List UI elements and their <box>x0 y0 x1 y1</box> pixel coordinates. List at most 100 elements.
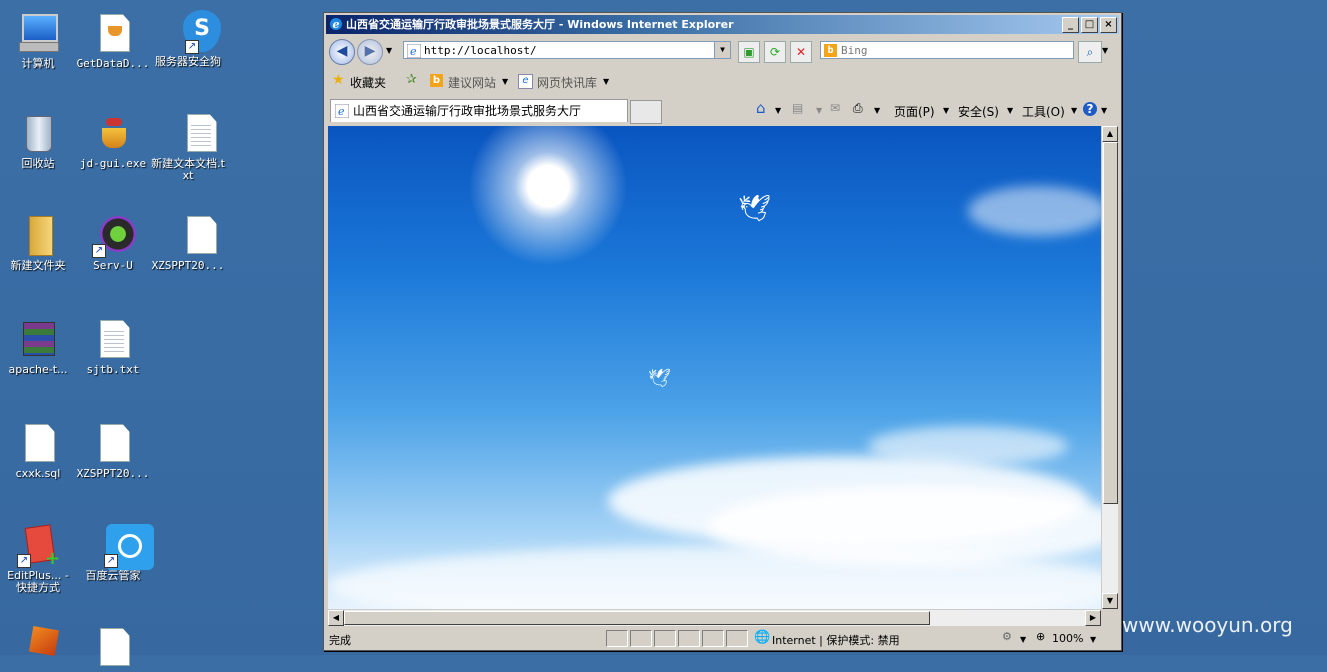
feeds-icon[interactable]: ▤ <box>792 101 803 115</box>
file-icon <box>167 214 217 258</box>
svg-text:e: e <box>333 18 340 31</box>
file-icon <box>92 626 134 670</box>
scroll-down-button[interactable]: ▼ <box>1102 593 1118 609</box>
tab-bar: e 山西省交通运输厅行政审批场景式服务大厅 ⌂ ▼ ▤ ▼ ✉ ⎙ ▼ 页面(P… <box>326 97 1119 124</box>
cloud-image <box>868 426 1068 466</box>
text-file-icon <box>92 318 134 362</box>
ie-window[interactable]: e 山西省交通运输厅行政审批场景式服务大厅 - Windows Internet… <box>323 12 1122 651</box>
desktop-icon-label: jd-gui.exe <box>79 157 147 170</box>
suggested-sites-link[interactable]: 建议网站 <box>448 74 496 91</box>
bing-icon: b <box>430 74 443 87</box>
new-tab-button[interactable] <box>630 100 662 124</box>
chevron-down-icon[interactable]: ▼ <box>603 77 609 86</box>
status-pane <box>726 630 748 647</box>
history-dropdown-icon[interactable]: ▼ <box>386 46 392 55</box>
chevron-down-icon[interactable]: ▼ <box>1020 635 1026 644</box>
minimize-button[interactable]: _ <box>1062 17 1079 33</box>
editplus-icon: + ↗ <box>17 524 60 569</box>
desktop-icon-baidu-cloud[interactable]: ↗ 百度云管家 <box>75 524 154 582</box>
search-button[interactable]: ⌕ <box>1078 41 1102 63</box>
desktop-icon-new-folder[interactable]: 新建文件夹 <box>0 214 76 272</box>
chevron-down-icon[interactable]: ▼ <box>1007 106 1013 115</box>
desktop-icon-cxxk-sql[interactable]: cxxk.sql <box>0 422 76 480</box>
desktop-icon-partial[interactable] <box>0 625 76 672</box>
desktop-icon-label: GetDataD... <box>76 57 150 70</box>
desktop-icon-label: 回收站 <box>21 157 55 170</box>
chevron-down-icon[interactable]: ▼ <box>874 106 880 115</box>
desktop-icon-apache-archive[interactable]: apache-t... <box>0 318 76 376</box>
back-button[interactable]: ◀ <box>329 39 355 65</box>
close-button[interactable]: × <box>1100 17 1117 33</box>
zoom-level[interactable]: 100% <box>1052 632 1083 645</box>
home-icon[interactable]: ⌂ <box>756 99 766 117</box>
seagull-image: 🕊 <box>738 194 772 224</box>
safety-menu[interactable]: 安全(S) <box>958 103 999 120</box>
address-text: http://localhost/ <box>424 44 537 57</box>
chevron-down-icon[interactable]: ▼ <box>816 106 822 115</box>
vertical-scrollbar[interactable]: ▲ ▼ <box>1101 126 1118 609</box>
globe-icon: 🌐 <box>754 630 771 645</box>
window-titlebar[interactable]: e 山西省交通运输厅行政审批场景式服务大厅 - Windows Internet… <box>326 15 1119 34</box>
help-icon[interactable]: ? <box>1083 102 1097 116</box>
folder-icon <box>17 214 59 258</box>
shortcut-arrow-icon: ↗ <box>92 244 106 258</box>
forward-button[interactable]: ▶ <box>357 39 383 65</box>
scroll-up-button[interactable]: ▲ <box>1102 126 1118 142</box>
desktop-icon-jd-gui[interactable]: jd-gui.exe <box>75 112 151 170</box>
cloud-image <box>328 546 1101 609</box>
favorites-button[interactable]: 收藏夹 <box>350 74 386 91</box>
address-dropdown-icon[interactable]: ▼ <box>714 42 730 58</box>
chevron-down-icon[interactable]: ▼ <box>943 106 949 115</box>
favorites-star-icon: ★ <box>332 72 345 88</box>
scroll-right-button[interactable]: ▶ <box>1085 610 1101 626</box>
desktop-icon-partial-file[interactable] <box>75 626 151 672</box>
watermark-text: www.wooyun.org <box>1122 613 1293 637</box>
chevron-down-icon[interactable]: ▼ <box>1090 635 1096 644</box>
desktop-icon-getdata[interactable]: GetDataD... <box>75 12 151 70</box>
scroll-left-button[interactable]: ◀ <box>328 610 344 626</box>
tab-current[interactable]: e 山西省交通运输厅行政审批场景式服务大厅 <box>330 99 628 122</box>
protected-mode-icon[interactable]: ⚙ <box>1002 630 1012 643</box>
print-icon[interactable]: ⎙ <box>853 101 863 116</box>
web-slice-gallery-link[interactable]: 网页快讯库 <box>537 74 597 91</box>
status-text: 完成 <box>329 634 351 647</box>
shortcut-arrow-icon: ↗ <box>104 554 118 568</box>
refresh-button[interactable]: ⟳ <box>764 41 786 63</box>
desktop-icon-label: 服务器安全狗 <box>155 55 221 68</box>
ie-logo-icon: e <box>330 18 342 31</box>
desktop-icon-computer[interactable]: 计算机 <box>0 12 76 70</box>
horizontal-scroll-thumb[interactable] <box>344 611 930 625</box>
vertical-scroll-thumb[interactable] <box>1103 142 1118 504</box>
page-ie-icon: e <box>407 44 421 58</box>
mail-icon[interactable]: ✉ <box>830 101 840 115</box>
chevron-down-icon[interactable]: ▼ <box>775 106 781 115</box>
search-options-icon[interactable]: ▼ <box>1102 46 1108 55</box>
chevron-down-icon[interactable]: ▼ <box>502 77 508 86</box>
security-zone-text[interactable]: Internet | 保护模式: 禁用 <box>772 632 900 648</box>
chevron-down-icon[interactable]: ▼ <box>1071 106 1077 115</box>
desktop-icon-xzsppt-2[interactable]: XZSPPT20... <box>75 422 151 480</box>
tools-menu[interactable]: 工具(O) <box>1022 103 1065 120</box>
page-menu[interactable]: 页面(P) <box>894 103 935 120</box>
stop-button[interactable]: ✕ <box>790 41 812 63</box>
desktop-icon-sjtb-txt[interactable]: sjtb.txt <box>75 318 151 376</box>
tab-title: 山西省交通运输厅行政审批场景式服务大厅 <box>353 104 582 118</box>
desktop-icon-label: 新建文件夹 <box>10 259 66 272</box>
search-input[interactable]: b Bing <box>820 41 1074 59</box>
add-favorite-icon[interactable]: ✰ <box>406 72 417 87</box>
desktop-icon-editplus[interactable]: + ↗ EditPlus... - 快捷方式 <box>0 524 76 594</box>
status-pane <box>678 630 700 647</box>
desktop-icon-recycle-bin[interactable]: 回收站 <box>0 112 76 170</box>
maximize-button[interactable]: □ <box>1081 17 1098 33</box>
desktop-icon-xzsppt-1[interactable]: XZSPPT20... <box>150 214 226 272</box>
desktop-icon-safedog[interactable]: S ↗ 服务器安全狗 <box>150 10 226 68</box>
compatibility-view-button[interactable]: ▣ <box>738 41 760 63</box>
chevron-down-icon[interactable]: ▼ <box>1101 106 1107 115</box>
cube-icon <box>17 625 60 670</box>
address-bar[interactable]: e http://localhost/ ▼ <box>403 41 731 59</box>
desktop-icon-new-text-doc[interactable]: 新建文本文档.txt <box>150 112 226 182</box>
horizontal-scrollbar[interactable]: ◀ ▶ <box>328 609 1101 626</box>
coffee-cup-icon <box>92 112 134 156</box>
desktop-icon-serv-u[interactable]: ↗ Serv-U <box>75 214 151 272</box>
status-pane <box>606 630 628 647</box>
